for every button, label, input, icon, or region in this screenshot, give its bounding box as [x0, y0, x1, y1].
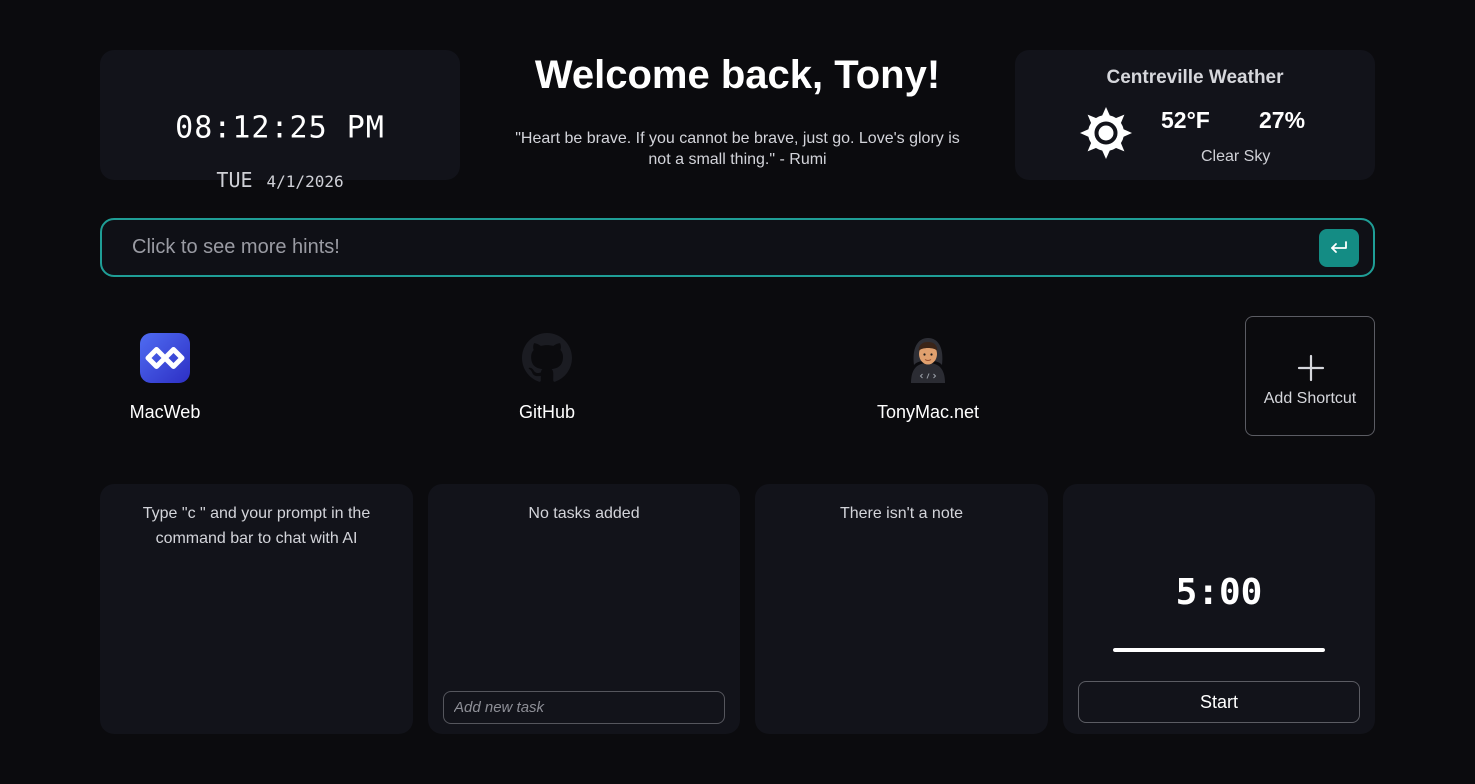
- add-shortcut-label: Add Shortcut: [1263, 390, 1357, 407]
- clock-card: 08:12:25 PM TUE 4/1/2026: [100, 50, 460, 192]
- weather-location: Centreville Weather: [1106, 67, 1284, 88]
- welcome-title: Welcome back, Tony!: [534, 53, 941, 97]
- tasks-empty-text: No tasks added: [528, 505, 640, 522]
- command-input[interactable]: [132, 220, 1312, 275]
- timer-start-button[interactable]: Start: [1078, 681, 1360, 723]
- shortcut-label: TonyMac.net: [876, 402, 980, 422]
- shortcut-label: MacWeb: [129, 402, 201, 422]
- clock-day: TUE: [216, 168, 253, 192]
- shortcut-label: GitHub: [518, 402, 576, 422]
- shortcut-tonymac[interactable]: TonyMac.net: [868, 333, 988, 423]
- clock-date: 4/1/2026: [266, 172, 344, 191]
- tasks-widget: No tasks added: [428, 484, 740, 734]
- macweb-logo-icon: [140, 333, 190, 383]
- command-bar: [100, 218, 1375, 277]
- ai-chat-widget: Type "c " and your prompt in the command…: [100, 484, 413, 734]
- weather-condition: Clear Sky: [1201, 148, 1271, 165]
- weather-humidity: 27%: [1259, 107, 1306, 133]
- timer-widget: 5:00 Start: [1063, 484, 1375, 734]
- enter-return-icon: [1331, 241, 1347, 253]
- weather-card: Centreville Weather 52°F 27% Clear Sky: [1015, 50, 1375, 180]
- github-icon: [522, 333, 572, 382]
- timer-display: 5:00: [1175, 572, 1263, 613]
- timer-progress-bar: [1113, 648, 1325, 652]
- timer-progress-fill: [1113, 648, 1325, 652]
- quote-text: "Heart be brave. If you cannot be brave,…: [515, 130, 960, 168]
- weather-temperature: 52°F: [1161, 107, 1210, 133]
- plus-icon: [1297, 354, 1325, 382]
- notes-empty-text: There isn't a note: [839, 505, 964, 522]
- shortcut-github[interactable]: GitHub: [502, 333, 592, 423]
- clock-time: 08:12:25 PM: [175, 110, 385, 146]
- clock-date-row: TUE 4/1/2026: [100, 168, 460, 192]
- add-task-input[interactable]: [443, 691, 725, 724]
- ai-hint-text: Type "c " and your prompt in the command…: [142, 505, 371, 547]
- shortcut-macweb[interactable]: MacWeb: [120, 333, 210, 423]
- notes-widget: There isn't a note: [755, 484, 1048, 734]
- command-submit-button[interactable]: [1319, 229, 1359, 267]
- welcome-section: Welcome back, Tony! "Heart be brave. If …: [500, 50, 975, 170]
- tonymac-avatar-icon: [911, 338, 945, 383]
- new-tab-dashboard: 08:12:25 PM TUE 4/1/2026 Welcome back, T…: [0, 0, 1475, 784]
- add-shortcut-button[interactable]: Add Shortcut: [1245, 316, 1375, 436]
- sun-icon: [1080, 107, 1132, 159]
